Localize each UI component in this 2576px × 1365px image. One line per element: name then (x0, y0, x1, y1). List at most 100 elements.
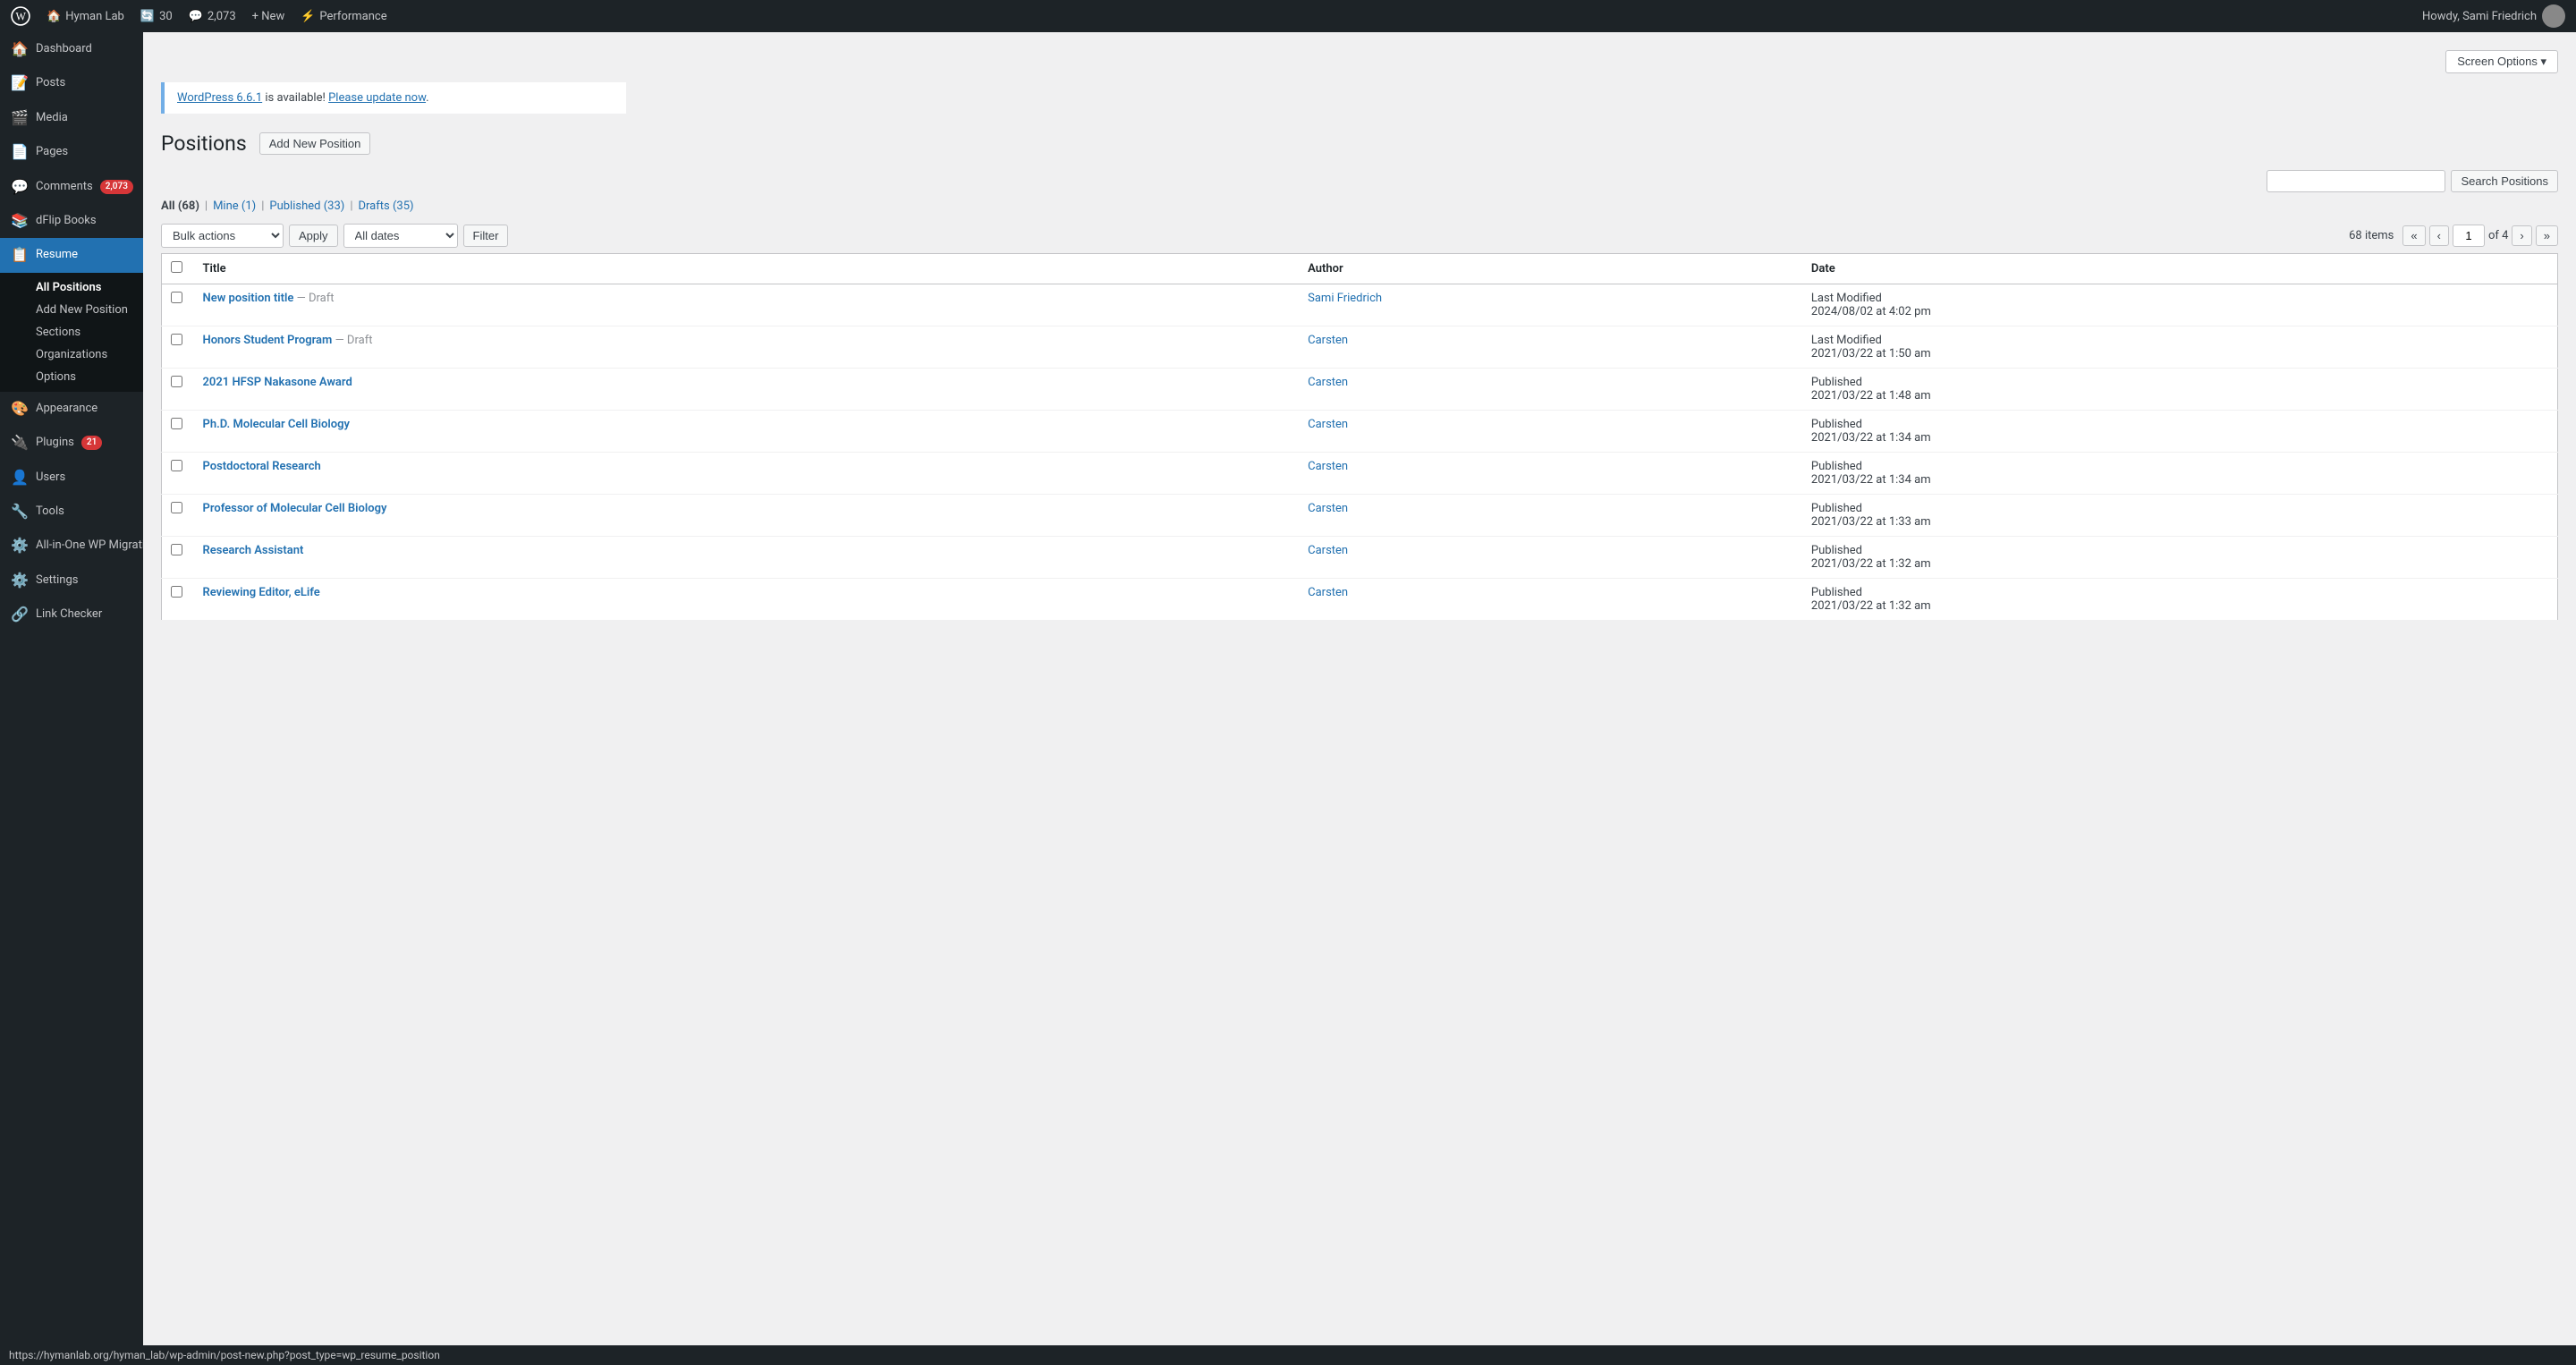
resume-submenu: All Positions Add New Position Sections … (0, 273, 143, 392)
add-new-position-button[interactable]: Add New Position (259, 132, 371, 155)
filter-all[interactable]: All (68) (161, 199, 199, 213)
filter-drafts[interactable]: Drafts (35) (359, 199, 414, 213)
filter-all-link[interactable]: All (68) (161, 199, 199, 213)
last-page-button[interactable]: » (2536, 225, 2558, 246)
screen-options-button[interactable]: Screen Options ▾ (2445, 50, 2558, 73)
row-author-link[interactable]: Carsten (1308, 586, 1348, 599)
filter-drafts-link[interactable]: Drafts (35) (359, 199, 414, 213)
sidebar-item-resume[interactable]: 📋 Resume (0, 238, 143, 272)
sidebar-item-media[interactable]: 🎬 Media (0, 101, 143, 135)
select-all-checkbox[interactable] (171, 261, 182, 273)
sidebar-item-dashboard[interactable]: 🏠 Dashboard (0, 32, 143, 66)
performance-link[interactable]: ⚡ Performance (301, 10, 386, 23)
row-author-link[interactable]: Carsten (1308, 544, 1348, 557)
comments-link[interactable]: 💬 2,073 (189, 10, 236, 23)
sidebar-item-users[interactable]: 👤 Users (0, 461, 143, 495)
row-title-link[interactable]: Reviewing Editor, eLife (203, 586, 320, 599)
row-checkbox[interactable] (171, 586, 182, 598)
col-title-header[interactable]: Title (194, 254, 1300, 284)
row-title-link[interactable]: Ph.D. Molecular Cell Biology (203, 418, 350, 431)
row-title-link[interactable]: Postdoctoral Research (203, 460, 321, 473)
submenu-all-positions[interactable]: All Positions (0, 276, 143, 299)
row-date-status: Published (1811, 460, 1862, 473)
update-now-link[interactable]: Please update now (328, 91, 426, 105)
updates-link[interactable]: 🔄 30 (140, 10, 173, 23)
prev-page-button[interactable]: ‹ (2429, 225, 2449, 246)
filter-published[interactable]: Published (33) (269, 199, 344, 213)
row-author-cell: Carsten (1299, 326, 1802, 369)
row-title-cell: Ph.D. Molecular Cell Biology (194, 411, 1300, 453)
row-author-cell: Carsten (1299, 453, 1802, 495)
search-positions-button[interactable]: Search Positions (2451, 170, 2558, 192)
row-author-link[interactable]: Carsten (1308, 334, 1348, 347)
filter-mine[interactable]: Mine (1) (213, 199, 256, 213)
row-date-cell: Published 2021/03/22 at 1:32 am (1802, 537, 2558, 579)
row-author-link[interactable]: Carsten (1308, 502, 1348, 515)
row-date-status: Published (1811, 586, 1862, 599)
page-title: Positions (161, 131, 247, 156)
row-title-link[interactable]: 2021 HFSP Nakasone Award (203, 376, 352, 389)
row-author-link[interactable]: Carsten (1308, 418, 1348, 431)
submenu-add-new-position[interactable]: Add New Position (0, 299, 143, 321)
wordpress-version-link[interactable]: WordPress 6.6.1 (177, 91, 262, 105)
row-checkbox[interactable] (171, 376, 182, 387)
filter-published-link[interactable]: Published (33) (269, 199, 344, 213)
row-author-link[interactable]: Carsten (1308, 376, 1348, 389)
submenu-options[interactable]: Options (0, 366, 143, 388)
bulk-actions-select[interactable]: Bulk actions Move to Trash (161, 224, 284, 248)
row-checkbox[interactable] (171, 334, 182, 345)
date-filter-select[interactable]: All dates August 2024 March 2021 (343, 224, 458, 248)
admin-sidebar: 🏠 Dashboard 📝 Posts 🎬 Media 📄 Pages 💬 Co… (0, 32, 143, 1365)
row-title-link[interactable]: Research Assistant (203, 544, 304, 557)
row-title-link[interactable]: Professor of Molecular Cell Biology (203, 502, 387, 515)
sidebar-item-dflip[interactable]: 📚 dFlip Books (0, 204, 143, 238)
submenu-organizations[interactable]: Organizations (0, 343, 143, 366)
row-checkbox[interactable] (171, 418, 182, 429)
wp-logo-button[interactable]: W (11, 6, 30, 26)
sidebar-item-appearance[interactable]: 🎨 Appearance (0, 392, 143, 426)
row-author-link[interactable]: Sami Friedrich (1308, 292, 1382, 305)
status-url: https://hymanlab.org/hyman_lab/wp-admin/… (9, 1349, 440, 1361)
row-checkbox[interactable] (171, 292, 182, 303)
filter-mine-link[interactable]: Mine (1) (213, 199, 256, 213)
first-page-button[interactable]: « (2402, 225, 2425, 246)
row-title-link[interactable]: Honors Student Program (203, 334, 333, 347)
row-checkbox[interactable] (171, 502, 182, 513)
sidebar-item-tools[interactable]: 🔧 Tools (0, 495, 143, 529)
sidebar-item-posts[interactable]: 📝 Posts (0, 66, 143, 100)
row-date-value: 2021/03/22 at 1:33 am (1811, 515, 1931, 529)
row-checkbox[interactable] (171, 544, 182, 555)
current-page-input[interactable] (2453, 225, 2485, 247)
row-date-status: Published (1811, 502, 1862, 515)
site-name-link[interactable]: 🏠 Hyman Lab (47, 10, 124, 23)
row-title-link[interactable]: New position title (203, 292, 294, 305)
sidebar-item-link-checker[interactable]: 🔗 Link Checker (0, 598, 143, 632)
main-content: Screen Options ▾ WordPress 6.6.1 is avai… (143, 32, 2576, 1365)
sidebar-label-pages: Pages (36, 144, 68, 160)
row-author-cell: Carsten (1299, 411, 1802, 453)
row-date-cell: Last Modified 2024/08/02 at 4:02 pm (1802, 284, 2558, 326)
col-date-header[interactable]: Date (1802, 254, 2558, 284)
dashboard-icon: 🏠 (11, 39, 29, 59)
col-author-header[interactable]: Author (1299, 254, 1802, 284)
submenu-sections[interactable]: Sections (0, 321, 143, 343)
row-date-value: 2021/03/22 at 1:32 am (1811, 557, 1931, 571)
row-checkbox-cell (162, 369, 194, 411)
apply-button[interactable]: Apply (289, 225, 338, 247)
table-body: New position title — Draft Sami Friedric… (162, 284, 2558, 621)
next-page-button[interactable]: › (2512, 225, 2531, 246)
table-row: New position title — Draft Sami Friedric… (162, 284, 2558, 326)
sidebar-item-comments[interactable]: 💬 Comments 2,073 (0, 170, 143, 204)
sidebar-item-pages[interactable]: 📄 Pages (0, 135, 143, 169)
row-checkbox[interactable] (171, 460, 182, 471)
row-checkbox-cell (162, 495, 194, 537)
filter-button[interactable]: Filter (463, 225, 509, 247)
new-content-link[interactable]: + New (252, 10, 285, 23)
row-author-link[interactable]: Carsten (1308, 460, 1348, 473)
sidebar-item-plugins[interactable]: 🔌 Plugins 21 (0, 426, 143, 460)
sidebar-item-settings[interactable]: ⚙️ Settings (0, 564, 143, 598)
row-date-value: 2021/03/22 at 1:34 am (1811, 473, 1931, 487)
search-input[interactable] (2267, 170, 2445, 192)
sidebar-item-aio-migration[interactable]: ⚙️ All-in-One WP Migration (0, 529, 143, 563)
table-row: Honors Student Program — Draft Carsten L… (162, 326, 2558, 369)
